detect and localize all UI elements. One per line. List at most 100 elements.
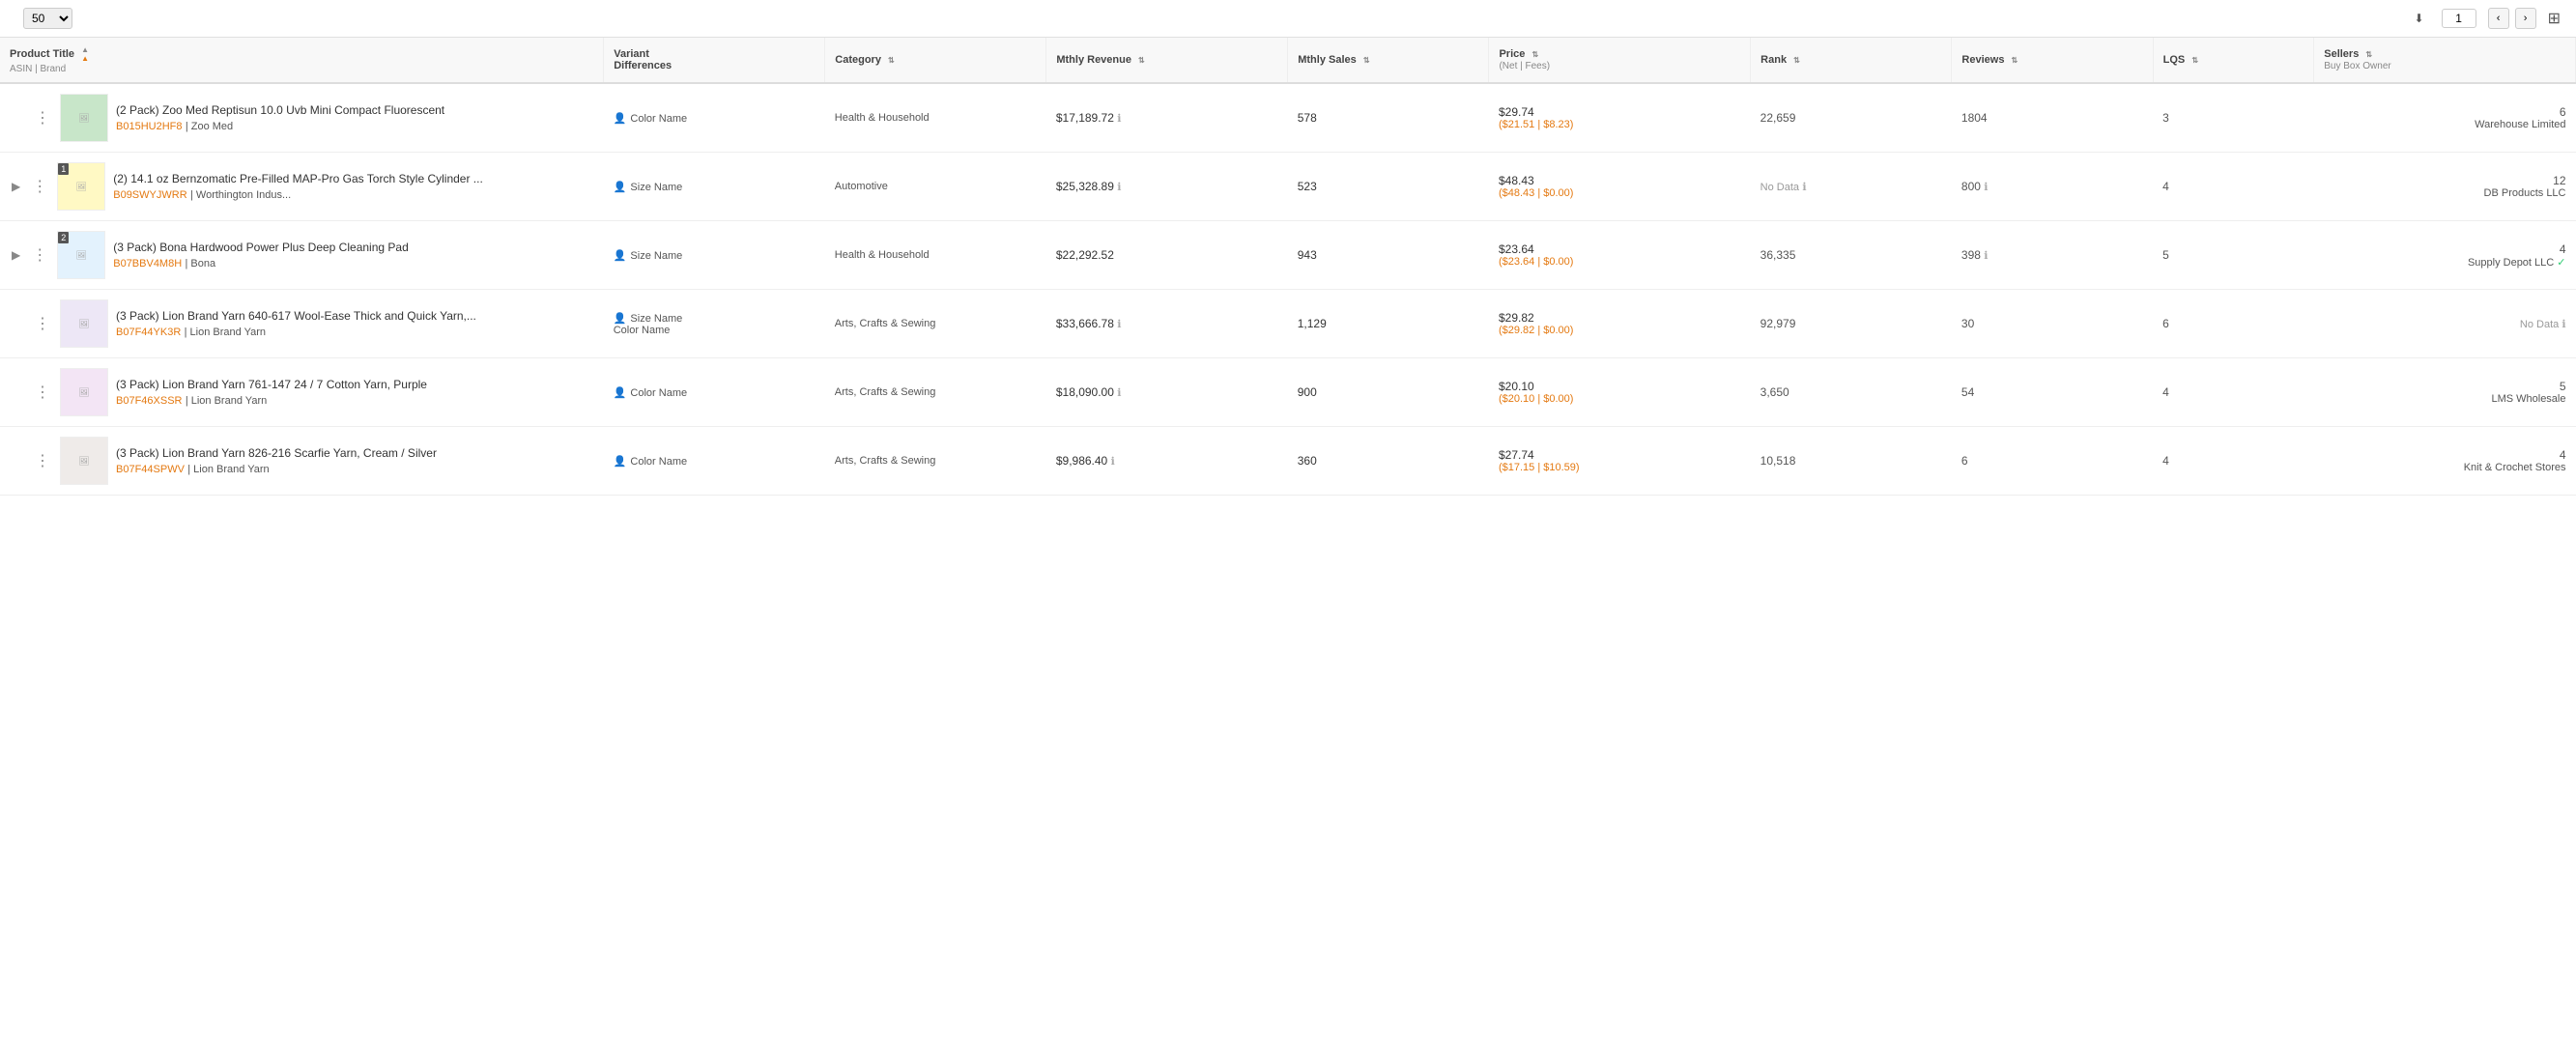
category-cell-4: Arts, Crafts & Sewing	[825, 358, 1046, 427]
rank-cell-2: 36,335	[1751, 221, 1952, 290]
sales-cell-2: 943	[1288, 221, 1489, 290]
revenue-info-icon[interactable]: ℹ	[1111, 456, 1115, 468]
sellers-cell-3: No Data ℹ	[2314, 290, 2576, 358]
col-header-revenue[interactable]: Mthly Revenue ⇅	[1046, 38, 1288, 83]
price-main: $29.82	[1499, 311, 1741, 325]
page-nav: ‹ ›	[2436, 8, 2536, 29]
table-row: ▶ ⋮ 2 🖼 (3 Pack) Bona Hardwood Power Plu…	[0, 221, 2576, 290]
image-placeholder: 🖼	[76, 182, 87, 192]
row-menu-button[interactable]: ⋮	[33, 381, 52, 404]
revenue-info-icon[interactable]: ℹ	[1117, 319, 1121, 330]
seller-info-icon[interactable]: ℹ	[2562, 319, 2565, 330]
row-menu-button[interactable]: ⋮	[33, 106, 52, 129]
product-image: 🖼	[60, 94, 108, 142]
revenue-cell-2: $22,292.52	[1046, 221, 1288, 290]
sort-icon-price: ⇅	[1531, 50, 1538, 59]
prev-page-button[interactable]: ‹	[2488, 8, 2509, 29]
image-placeholder: 🖼	[78, 319, 89, 329]
row-menu-button[interactable]: ⋮	[33, 312, 52, 335]
seller-count: 12	[2324, 174, 2566, 187]
lqs-cell-1: 4	[2153, 153, 2314, 221]
variant-cell-4: 👤Color Name	[604, 358, 825, 427]
revenue-cell-1: $25,328.89 ℹ	[1046, 153, 1288, 221]
row-menu-button[interactable]: ⋮	[33, 449, 52, 472]
price-main: $20.10	[1499, 380, 1741, 393]
col-header-price[interactable]: Price ⇅ (Net | Fees)	[1489, 38, 1751, 83]
revenue-info-icon[interactable]: ℹ	[1117, 182, 1121, 193]
download-csv-button[interactable]: ⬇	[2411, 12, 2424, 25]
next-page-button[interactable]: ›	[2515, 8, 2536, 29]
reviews-cell-5: 6	[1952, 427, 2153, 496]
table-row: ⋮ 🖼 (3 Pack) Lion Brand Yarn 640-617 Woo…	[0, 290, 2576, 358]
col-header-sales[interactable]: Mthly Sales ⇅	[1288, 38, 1489, 83]
col-sub-sellers: Buy Box Owner	[2324, 61, 2390, 71]
sales-cell-3: 1,129	[1288, 290, 1489, 358]
reviews-cell-0: 1804	[1952, 83, 2153, 153]
top-bar-right: ⬇ ‹ › ⊞	[2411, 8, 2561, 29]
revenue-cell-3: $33,666.78 ℹ	[1046, 290, 1288, 358]
product-cell-4: ⋮ 🖼 (3 Pack) Lion Brand Yarn 761-147 24 …	[0, 358, 604, 427]
col-header-sellers[interactable]: Sellers ⇅ Buy Box Owner	[2314, 38, 2576, 83]
reviews-info-icon[interactable]: ℹ	[1984, 182, 1988, 193]
product-asin[interactable]: B09SWYJWRR	[113, 189, 186, 201]
price-cell-5: $27.74 ($17.15 | $10.59)	[1489, 427, 1751, 496]
col-header-reviews[interactable]: Reviews ⇅	[1952, 38, 2153, 83]
product-asin[interactable]: B07F46XSSR	[116, 395, 182, 407]
revenue-info-icon[interactable]: ℹ	[1117, 387, 1121, 399]
sort-icon-product: ▲▲	[81, 45, 89, 63]
page-input[interactable]	[2442, 9, 2476, 28]
price-cell-1: $48.43 ($48.43 | $0.00)	[1489, 153, 1751, 221]
product-brand: | Zoo Med	[186, 121, 233, 132]
product-asin[interactable]: B015HU2HF8	[116, 121, 182, 132]
product-asin[interactable]: B07F44SPWV	[116, 464, 185, 475]
sort-icon-rank: ⇅	[1793, 56, 1800, 65]
row-menu-button[interactable]: ⋮	[30, 175, 49, 198]
expand-button[interactable]: ▶	[10, 246, 22, 264]
revenue-cell-4: $18,090.00 ℹ	[1046, 358, 1288, 427]
product-asin[interactable]: B07BBV4M8H	[113, 258, 182, 270]
rank-cell-4: 3,650	[1751, 358, 1952, 427]
lqs-cell-5: 4	[2153, 427, 2314, 496]
price-cell-0: $29.74 ($21.51 | $8.23)	[1489, 83, 1751, 153]
product-brand: | Lion Brand Yarn	[186, 395, 267, 407]
per-page-select[interactable]: 50 25 100	[23, 8, 72, 29]
expand-button[interactable]: ▶	[10, 178, 22, 195]
image-placeholder: 🖼	[76, 250, 87, 261]
product-title: (3 Pack) Bona Hardwood Power Plus Deep C…	[113, 241, 593, 256]
rank-cell-3: 92,979	[1751, 290, 1952, 358]
col-header-rank[interactable]: Rank ⇅	[1751, 38, 1952, 83]
product-badge: 2	[58, 232, 69, 243]
row-menu-button[interactable]: ⋮	[30, 243, 49, 267]
top-bar: 50 25 100 ⬇ ‹ › ⊞	[0, 0, 2576, 38]
col-sub-price: (Net | Fees)	[1499, 61, 1550, 71]
table-body: ⋮ 🖼 (2 Pack) Zoo Med Reptisun 10.0 Uvb M…	[0, 83, 2576, 496]
price-main: $29.74	[1499, 105, 1741, 119]
sort-icon-sellers: ⇅	[2365, 50, 2372, 59]
revenue-cell-5: $9,986.40 ℹ	[1046, 427, 1288, 496]
col-header-category[interactable]: Category ⇅	[825, 38, 1046, 83]
col-header-lqs[interactable]: LQS ⇅	[2153, 38, 2314, 83]
variant-icon: 👤	[614, 313, 627, 325]
product-image: 🖼	[60, 368, 108, 416]
price-sub: ($23.64 | $0.00)	[1499, 256, 1741, 268]
product-brand: | Lion Brand Yarn	[187, 464, 269, 475]
product-asin[interactable]: B07F44YK3R	[116, 327, 181, 338]
variant-cell-5: 👤Color Name	[604, 427, 825, 496]
sellers-cell-0: 6Warehouse Limited	[2314, 83, 2576, 153]
product-cell-3: ⋮ 🖼 (3 Pack) Lion Brand Yarn 640-617 Woo…	[0, 290, 604, 358]
rank-info-icon[interactable]: ℹ	[1802, 182, 1806, 193]
product-brand: | Worthington Indus...	[190, 189, 291, 201]
sales-cell-5: 360	[1288, 427, 1489, 496]
reviews-cell-4: 54	[1952, 358, 2153, 427]
product-cell-2: ▶ ⋮ 2 🖼 (3 Pack) Bona Hardwood Power Plu…	[0, 221, 604, 290]
product-cell-5: ⋮ 🖼 (3 Pack) Lion Brand Yarn 826-216 Sca…	[0, 427, 604, 496]
price-cell-2: $23.64 ($23.64 | $0.00)	[1489, 221, 1751, 290]
reviews-info-icon[interactable]: ℹ	[1984, 250, 1988, 262]
col-header-product[interactable]: Product Title ▲▲ ASIN | Brand	[0, 38, 604, 83]
revenue-info-icon[interactable]: ℹ	[1117, 113, 1121, 125]
seller-no-data: No Data ℹ	[2520, 319, 2566, 330]
product-brand: | Lion Brand Yarn	[185, 327, 266, 338]
grid-view-icon[interactable]: ⊞	[2548, 9, 2561, 28]
product-info: (3 Pack) Bona Hardwood Power Plus Deep C…	[113, 241, 593, 270]
product-info: (3 Pack) Lion Brand Yarn 826-216 Scarfie…	[116, 446, 594, 475]
